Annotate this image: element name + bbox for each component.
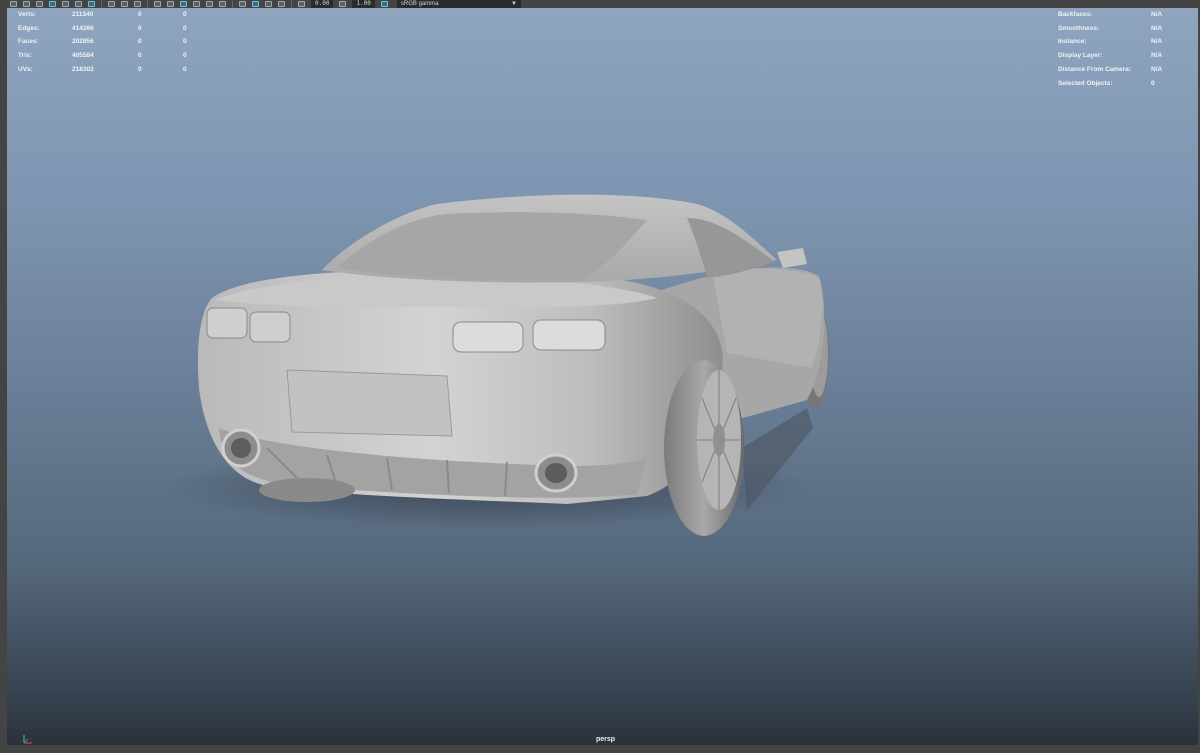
hud-value: 0 bbox=[183, 66, 187, 73]
hud-value: 0 bbox=[138, 24, 142, 32]
color-space-label: sRGB gamma bbox=[400, 1, 439, 7]
3d-viewport[interactable]: Verts: 211340 0 0 Edges: 414266 0 0 Face… bbox=[7, 8, 1198, 745]
select-tool-icon[interactable] bbox=[10, 1, 17, 7]
hud-value: 211340 bbox=[72, 11, 94, 18]
hud-value: N/A bbox=[1151, 38, 1163, 45]
smooth-shade-icon[interactable] bbox=[134, 1, 141, 7]
hud-value: 405584 bbox=[72, 52, 94, 59]
axis-gizmo-icon bbox=[23, 735, 32, 744]
xray-components-icon[interactable] bbox=[278, 1, 285, 7]
hud-value: 0 bbox=[183, 52, 187, 59]
hud-value: 0 bbox=[138, 52, 142, 59]
hud-label: Selected Objects: bbox=[1058, 80, 1113, 87]
scale-icon[interactable] bbox=[75, 1, 82, 7]
hud-value: 0 bbox=[138, 38, 142, 45]
hud-label: Tris: bbox=[18, 52, 32, 59]
lighting-icon[interactable] bbox=[167, 1, 174, 7]
hud-label: Smoothness: bbox=[1058, 24, 1100, 32]
color-management-icon[interactable] bbox=[380, 1, 388, 7]
hud-value: 0 bbox=[183, 11, 187, 18]
hud-label: Distance From Camera: bbox=[1058, 66, 1131, 73]
wireframe-icon[interactable] bbox=[121, 1, 128, 7]
move-icon[interactable] bbox=[49, 1, 56, 7]
toolbar-separator bbox=[232, 0, 233, 8]
xray-joints-icon[interactable] bbox=[265, 1, 272, 7]
lasso-tool-icon[interactable] bbox=[23, 1, 30, 7]
hud-value: N/A bbox=[1151, 52, 1163, 59]
hud-value: 414266 bbox=[72, 24, 94, 32]
exposure-icon[interactable] bbox=[298, 1, 305, 7]
paint-select-icon[interactable] bbox=[36, 1, 43, 7]
hud-value: N/A bbox=[1151, 24, 1163, 32]
ambient-occlusion-icon[interactable] bbox=[193, 1, 200, 7]
color-space-dropdown[interactable]: sRGB gamma ▼ bbox=[396, 0, 521, 8]
grid-icon[interactable] bbox=[108, 1, 115, 7]
exposure-field[interactable]: 0.00 bbox=[311, 0, 334, 8]
hud-value: 0 bbox=[183, 38, 187, 45]
xray-icon[interactable] bbox=[252, 1, 259, 7]
window-left-edge bbox=[0, 0, 7, 753]
hud-label: Verts: bbox=[18, 11, 37, 18]
camera-name-label: persp bbox=[596, 736, 616, 743]
car-model bbox=[157, 194, 829, 536]
textured-icon[interactable] bbox=[154, 1, 161, 7]
gamma-field[interactable]: 1.00 bbox=[352, 0, 375, 8]
hud-value: 0 bbox=[138, 11, 142, 18]
hud-value: 218302 bbox=[72, 66, 94, 73]
viewport-toolbar: 0.00 1.00 sRGB gamma ▼ bbox=[0, 0, 1200, 8]
hud-value: 202856 bbox=[72, 38, 94, 45]
hud-value: 0 bbox=[183, 24, 187, 32]
isolate-select-icon[interactable] bbox=[239, 1, 246, 7]
hud-label: Edges: bbox=[18, 24, 40, 32]
dropdown-arrow-icon: ▼ bbox=[510, 1, 517, 7]
toolbar-separator bbox=[147, 0, 148, 8]
hud-label: Instance: bbox=[1058, 38, 1087, 45]
hud-label: Backfaces: bbox=[1058, 11, 1093, 18]
hud-value: N/A bbox=[1151, 11, 1163, 18]
hud-value: N/A bbox=[1151, 66, 1163, 73]
toolbar-separator bbox=[101, 0, 102, 8]
rotate-icon[interactable] bbox=[62, 1, 69, 7]
hud-label: Faces: bbox=[18, 38, 39, 45]
toolbar-separator bbox=[291, 0, 292, 8]
anti-alias-icon[interactable] bbox=[219, 1, 226, 7]
hud-value: 0 bbox=[1151, 80, 1155, 87]
camera-icon[interactable] bbox=[88, 1, 95, 7]
shadow-icon[interactable] bbox=[180, 1, 187, 7]
gamma-icon[interactable] bbox=[339, 1, 347, 7]
hud-label: Display Layer: bbox=[1058, 52, 1103, 59]
hud-label: UVs: bbox=[18, 66, 33, 73]
hud-value: 0 bbox=[138, 66, 142, 73]
motion-blur-icon[interactable] bbox=[206, 1, 213, 7]
window-bottom-edge bbox=[0, 745, 1200, 753]
